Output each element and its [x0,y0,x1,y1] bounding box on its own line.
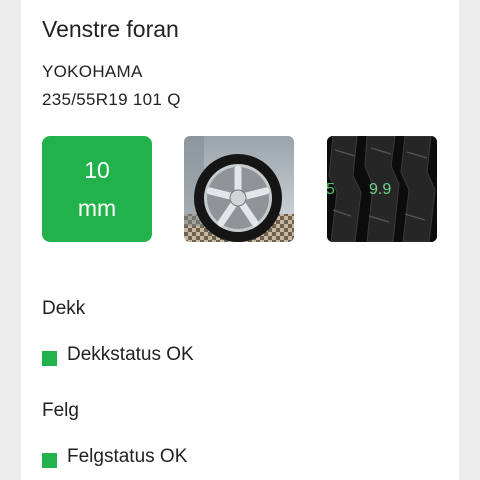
rim-section-heading: Felg [42,400,79,421]
tire-status-row: Dekkstatus OK [42,344,194,366]
tread-depth-unit: mm [77,195,117,221]
rim-status-text: Felgstatus OK [67,446,188,467]
tire-brand: YOKOHAMA [42,62,143,81]
tire-card: Venstre foran YOKOHAMA 235/55R19 101 Q 1… [21,0,459,480]
tire-status-text: Dekkstatus OK [67,344,194,365]
wheel-photo-thumbnail[interactable] [184,136,294,242]
status-ok-indicator [42,350,57,366]
status-ok-indicator [42,452,57,468]
tire-section-heading: Dekk [42,298,86,319]
tread-depth-badge: 10 mm [42,136,152,242]
tread-photo-thumbnail[interactable]: 5 9.9 [327,136,437,242]
tread-image: 5 9.9 [327,136,437,242]
tire-position-title: Venstre foran [42,16,179,42]
wheel-image [184,136,294,242]
tread-overlay-left: 5 [327,181,335,198]
tread-overlay-value: 9.9 [369,181,391,198]
tread-depth-value: 10 [84,157,110,183]
rim-status-row: Felgstatus OK [42,446,187,468]
tire-size: 235/55R19 101 Q [42,90,181,109]
